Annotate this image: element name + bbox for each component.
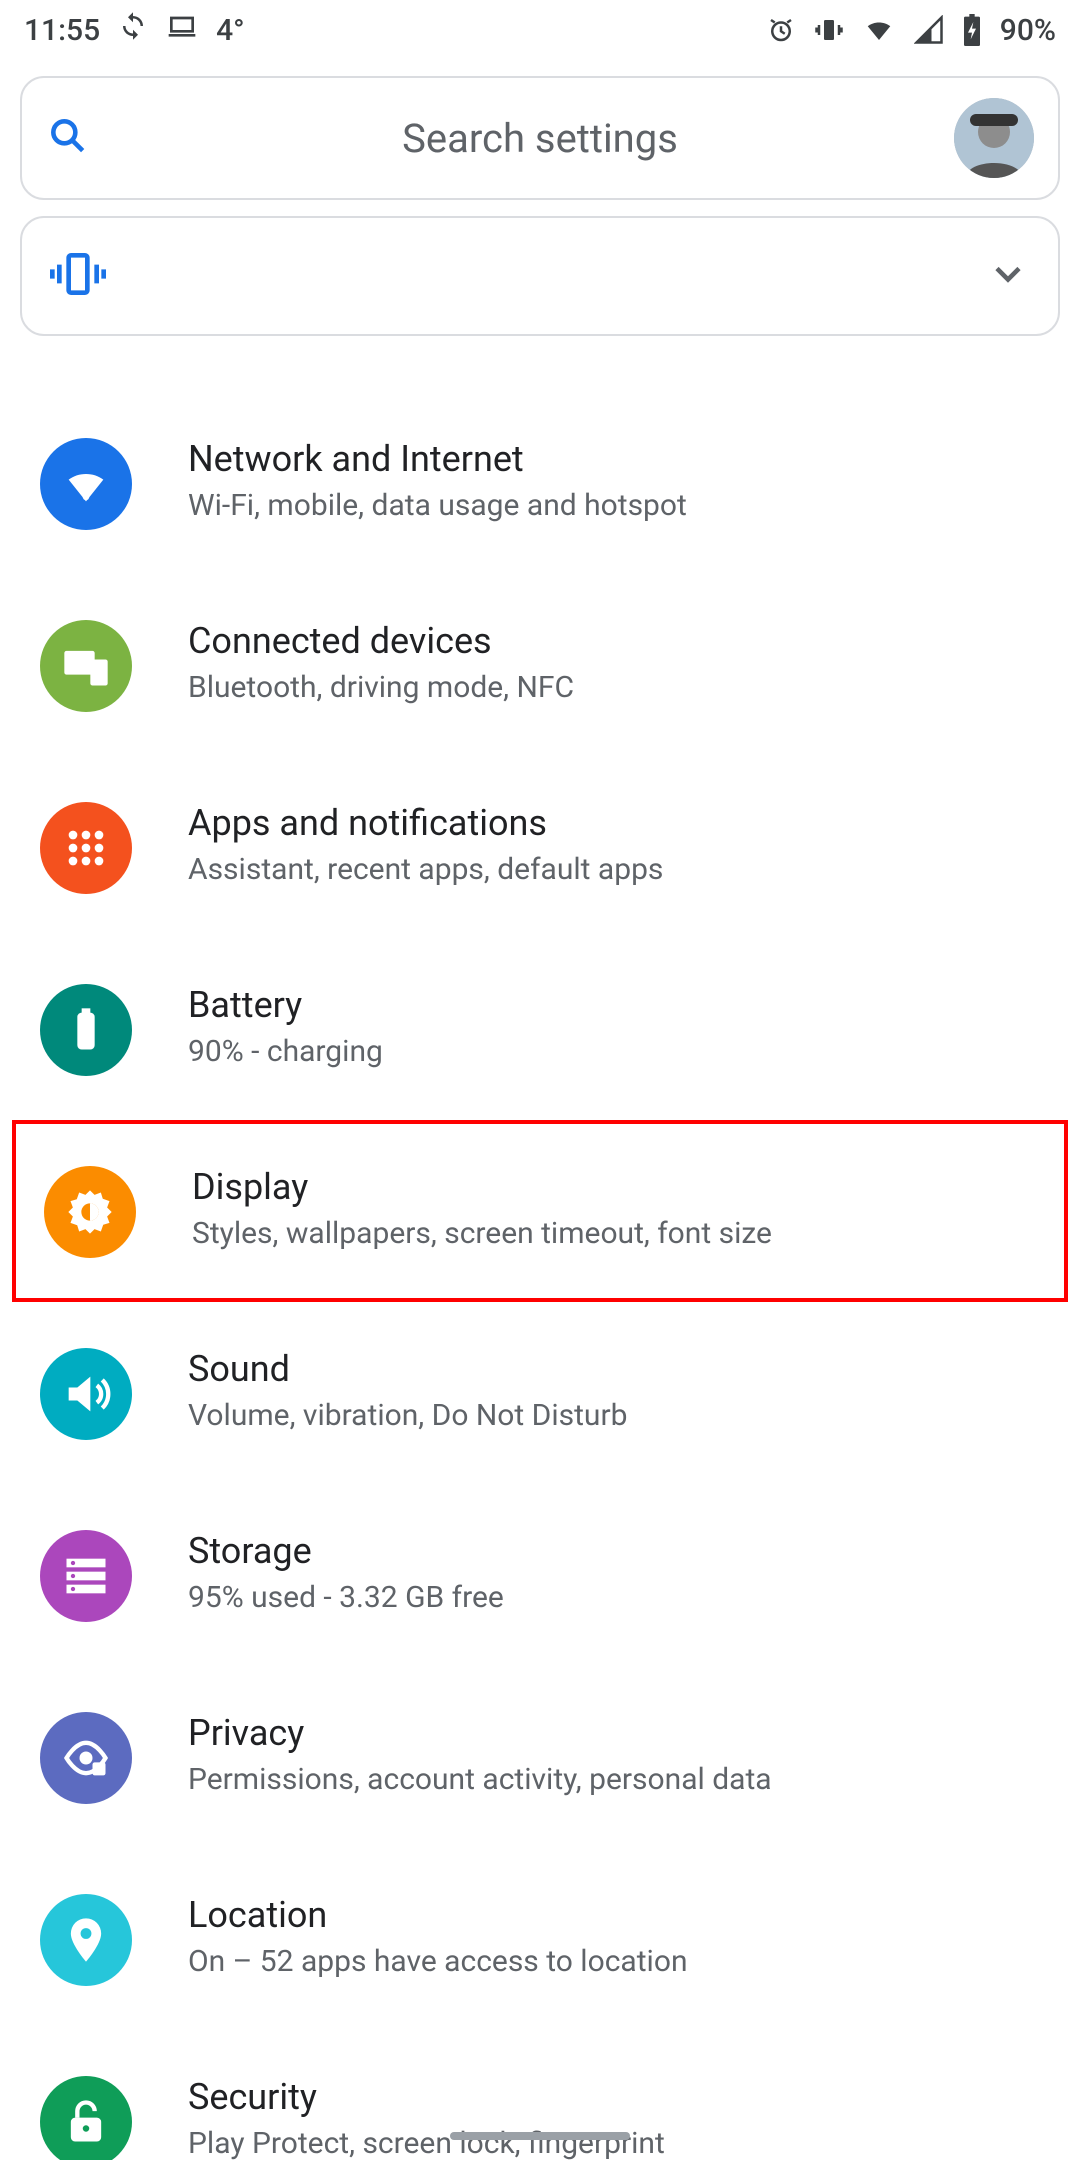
sound-circle-icon — [40, 1348, 132, 1440]
settings-item-display[interactable]: Display Styles, wallpapers, screen timeo… — [16, 1124, 1064, 1298]
settings-item-privacy[interactable]: Privacy Permissions, account activity, p… — [0, 1666, 1080, 1848]
settings-list: Network and Internet Wi-Fi, mobile, data… — [0, 352, 1080, 2160]
settings-item-title: Storage — [188, 1530, 504, 1572]
settings-item-subtitle: Play Protect, screen lock, fingerprint — [188, 2124, 665, 2160]
settings-item-subtitle: Volume, vibration, Do Not Disturb — [188, 1396, 627, 1437]
storage-circle-icon — [40, 1530, 132, 1622]
vibrate-status-icon — [814, 15, 844, 45]
wifi-circle-icon — [40, 438, 132, 530]
settings-item-subtitle: Wi-Fi, mobile, data usage and hotspot — [188, 486, 687, 527]
statusbar: 11:55 4° 90% — [0, 0, 1080, 60]
devices-circle-icon — [40, 620, 132, 712]
settings-item-battery[interactable]: Battery 90% - charging — [0, 938, 1080, 1120]
settings-item-apps[interactable]: Apps and notifications Assistant, recent… — [0, 756, 1080, 938]
highlight-box: Display Styles, wallpapers, screen timeo… — [12, 1120, 1068, 1302]
battery-charging-icon — [962, 14, 982, 46]
settings-item-title: Security — [188, 2076, 665, 2118]
search-bar[interactable]: Search settings — [20, 76, 1060, 200]
settings-item-title: Connected devices — [188, 620, 574, 662]
settings-item-title: Location — [188, 1894, 688, 1936]
apps-circle-icon — [40, 802, 132, 894]
statusbar-left: 11:55 4° — [24, 10, 245, 50]
security-circle-icon — [40, 2076, 132, 2160]
vibrate-icon — [50, 246, 106, 306]
settings-item-security[interactable]: Security Play Protect, screen lock, fing… — [0, 2030, 1080, 2160]
settings-item-title: Battery — [188, 984, 383, 1026]
settings-item-subtitle: Bluetooth, driving mode, NFC — [188, 668, 574, 709]
battery-circle-icon — [40, 984, 132, 1076]
settings-item-network[interactable]: Network and Internet Wi-Fi, mobile, data… — [0, 392, 1080, 574]
nav-pill[interactable] — [450, 2132, 630, 2140]
settings-item-title: Display — [192, 1166, 772, 1208]
laptop-icon — [166, 10, 198, 50]
privacy-circle-icon — [40, 1712, 132, 1804]
settings-item-title: Privacy — [188, 1712, 772, 1754]
profile-avatar[interactable] — [954, 98, 1034, 178]
sync-icon — [118, 11, 148, 49]
statusbar-time: 11:55 — [24, 13, 100, 48]
settings-item-subtitle: 95% used - 3.32 GB free — [188, 1578, 504, 1619]
settings-item-devices[interactable]: Connected devices Bluetooth, driving mod… — [0, 574, 1080, 756]
wifi-icon — [862, 15, 896, 45]
alarm-icon — [766, 15, 796, 45]
settings-item-sound[interactable]: Sound Volume, vibration, Do Not Disturb — [0, 1302, 1080, 1484]
search-placeholder: Search settings — [402, 115, 678, 162]
settings-item-title: Apps and notifications — [188, 802, 663, 844]
settings-item-title: Network and Internet — [188, 438, 687, 480]
search-icon — [46, 114, 90, 162]
location-circle-icon — [40, 1894, 132, 1986]
cell-signal-icon — [914, 15, 944, 45]
chevron-down-icon[interactable] — [986, 252, 1030, 300]
settings-item-subtitle: 90% - charging — [188, 1032, 383, 1073]
settings-item-title: Sound — [188, 1348, 627, 1390]
settings-item-subtitle: On – 52 apps have access to location — [188, 1942, 688, 1983]
battery-percent: 90% — [1000, 13, 1056, 48]
sound-mode-card[interactable] — [20, 216, 1060, 336]
settings-item-subtitle: Permissions, account activity, personal … — [188, 1760, 772, 1801]
statusbar-right: 90% — [766, 13, 1056, 48]
settings-item-storage[interactable]: Storage 95% used - 3.32 GB free — [0, 1484, 1080, 1666]
statusbar-temp: 4° — [216, 13, 245, 48]
settings-item-subtitle: Assistant, recent apps, default apps — [188, 850, 663, 891]
settings-item-subtitle: Styles, wallpapers, screen timeout, font… — [192, 1214, 772, 1255]
settings-item-location[interactable]: Location On – 52 apps have access to loc… — [0, 1848, 1080, 2030]
display-circle-icon — [44, 1166, 136, 1258]
